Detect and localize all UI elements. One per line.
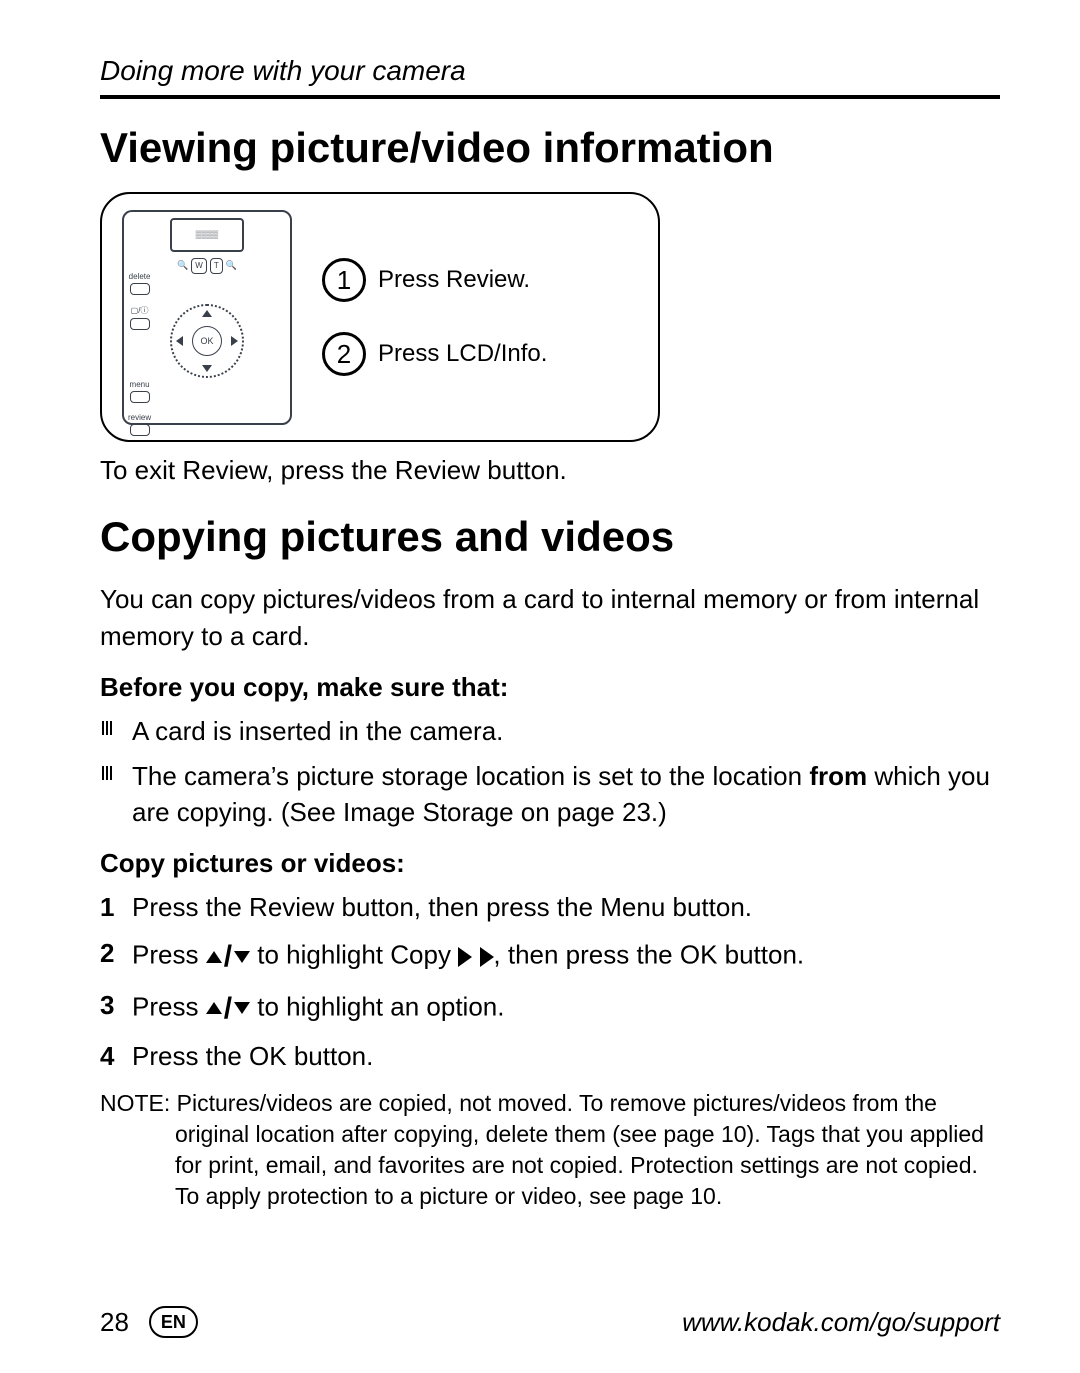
copy-step-1: Press the Review button, then press the … — [100, 889, 1000, 927]
left-icon — [176, 336, 183, 346]
language-badge: EN — [149, 1306, 198, 1338]
slash-icon: / — [224, 992, 232, 1025]
list-item: The camera’s picture storage location is… — [100, 758, 1000, 831]
copy-step-2: Press / to highlight Copy , then press t… — [100, 935, 1000, 979]
forward-icon — [458, 947, 472, 967]
s3-pre: Press — [132, 991, 206, 1021]
step-text-1: Press Review. — [378, 266, 530, 294]
exit-review-text: To exit Review, press the Review button. — [100, 452, 1000, 488]
s2-mid: to highlight Copy — [257, 940, 458, 970]
s2-post: , then press the OK button. — [493, 940, 804, 970]
delete-label: delete — [129, 272, 151, 281]
triangle-up-icon — [206, 951, 222, 963]
triangle-up-icon — [206, 1002, 222, 1014]
page-footer: 28 EN www.kodak.com/go/support — [100, 1306, 1000, 1338]
s2-pre: Press — [132, 940, 206, 970]
chapter-title: Doing more with your camera — [100, 55, 1000, 87]
side-labels: delete ▢/ⓘ menu review — [128, 272, 151, 436]
diagram-steps: 1 Press Review. 2 Press LCD/Info. — [322, 258, 547, 376]
review-label: review — [128, 413, 151, 422]
note-label: NOTE: — [100, 1090, 177, 1116]
triangle-down-icon — [234, 951, 250, 963]
page: Doing more with your camera Viewing pict… — [0, 0, 1080, 1373]
before-copy-list: A card is inserted in the camera. The ca… — [100, 713, 1000, 830]
diagram-step-2: 2 Press LCD/Info. — [322, 332, 547, 376]
section2-title: Copying pictures and videos — [100, 513, 1000, 561]
triangle-down-icon — [234, 1002, 250, 1014]
before-item-1: A card is inserted in the camera. — [132, 716, 503, 746]
copy-step-4: Press the OK button. — [100, 1038, 1000, 1076]
zoom-bar: 🔍 W T 🔍 — [130, 258, 284, 274]
slash-icon: / — [224, 940, 232, 973]
before-copy-head: Before you copy, make sure that: — [100, 672, 1000, 703]
s3-post: to highlight an option. — [257, 991, 504, 1021]
menu-label: menu — [130, 380, 150, 389]
copy-steps-list: Press the Review button, then press the … — [100, 889, 1000, 1075]
support-url: www.kodak.com/go/support — [682, 1307, 1000, 1338]
title-rule — [100, 95, 1000, 99]
zoom-t-icon: T — [210, 258, 223, 274]
camera-back-illustration: ▒▒▒▒ 🔍 W T 🔍 delete ▢/ⓘ menu review OK — [122, 210, 292, 425]
diagram-step-1: 1 Press Review. — [322, 258, 547, 302]
zoom-w-icon: W — [191, 258, 207, 274]
ok-button-icon: OK — [192, 326, 222, 356]
step-number-1: 1 — [322, 258, 366, 302]
down-icon — [202, 365, 212, 372]
step-text-2: Press LCD/Info. — [378, 340, 547, 368]
copy-head: Copy pictures or videos: — [100, 848, 1000, 879]
dpad: OK — [170, 304, 244, 378]
list-item: A card is inserted in the camera. — [100, 713, 1000, 749]
note-block: NOTE: Pictures/videos are copied, not mo… — [100, 1088, 1000, 1212]
before-item-2-pre: The camera’s picture storage location is… — [132, 761, 809, 791]
section1-title: Viewing picture/video information — [100, 124, 1000, 172]
step-number-2: 2 — [322, 332, 366, 376]
up-icon — [202, 310, 212, 317]
lcdinfo-label: ▢/ⓘ — [131, 306, 149, 315]
note-text: Pictures/videos are copied, not moved. T… — [175, 1090, 984, 1209]
right-icon — [231, 336, 238, 346]
page-number: 28 — [100, 1307, 129, 1338]
diagram-box: ▒▒▒▒ 🔍 W T 🔍 delete ▢/ⓘ menu review OK — [100, 192, 660, 442]
copy-step-3: Press / to highlight an option. — [100, 987, 1000, 1031]
camera-lcd: ▒▒▒▒ — [170, 218, 244, 252]
before-item-2-bold: from — [809, 761, 867, 791]
copy-intro: You can copy pictures/videos from a card… — [100, 581, 1000, 654]
